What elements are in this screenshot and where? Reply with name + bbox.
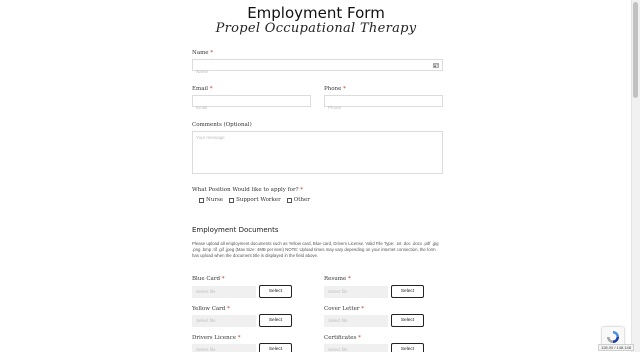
yellow-card-select-button[interactable]: Select bbox=[259, 314, 292, 327]
contact-card-icon[interactable] bbox=[433, 63, 439, 68]
comments-label: Comments (Optional) bbox=[192, 122, 252, 128]
resume-label: Resume * bbox=[324, 276, 351, 282]
blue-card-file-input[interactable]: Select file bbox=[192, 286, 256, 298]
position-options: Nurse Support Worker Other bbox=[199, 197, 310, 203]
name-input[interactable] bbox=[193, 66, 442, 77]
checkbox[interactable] bbox=[199, 197, 204, 203]
phone-field-wrapper bbox=[324, 95, 443, 113]
yellow-card-file-input[interactable]: Select file bbox=[192, 315, 256, 327]
email-input[interactable] bbox=[193, 102, 310, 113]
comments-textarea[interactable] bbox=[193, 132, 442, 173]
page-subtitle: Propel Occupational Therapy bbox=[215, 21, 417, 36]
position-label: What Position Would like to apply for? * bbox=[192, 187, 304, 193]
resume-file-input[interactable]: Select file bbox=[324, 286, 388, 298]
page-scrollbar[interactable] bbox=[631, 0, 640, 352]
phone-label: Phone * bbox=[324, 86, 346, 92]
name-label: Name * bbox=[192, 50, 214, 56]
drivers-licence-label: Drivers Licence * bbox=[192, 335, 241, 341]
recaptcha-icon bbox=[607, 331, 619, 343]
certificates-label: Certificates * bbox=[324, 335, 361, 341]
cover-letter-select-button[interactable]: Select bbox=[391, 314, 424, 327]
drivers-licence-file-input[interactable]: Select file bbox=[192, 344, 256, 352]
name-field-wrapper bbox=[192, 59, 443, 77]
drivers-licence-select-button[interactable]: Select bbox=[259, 343, 292, 352]
email-field-wrapper bbox=[192, 95, 311, 113]
phone-input[interactable] bbox=[325, 102, 442, 113]
certificates-file-input[interactable]: Select file bbox=[324, 344, 388, 352]
page-title: Employment Form bbox=[247, 4, 385, 22]
yellow-card-label: Yellow Card * bbox=[192, 306, 230, 312]
position-option-support-worker[interactable]: Support Worker bbox=[229, 197, 281, 203]
certificates-select-button[interactable]: Select bbox=[391, 343, 424, 352]
employment-form-page: Employment Form Propel Occupational Ther… bbox=[0, 0, 632, 352]
comments-field-wrapper bbox=[192, 131, 443, 174]
documents-title: Employment Documents bbox=[192, 226, 279, 234]
status-readout: 128.00 / 148.148 bbox=[597, 344, 634, 351]
documents-notice: Please upload all employment documents s… bbox=[192, 241, 439, 258]
checkbox[interactable] bbox=[286, 197, 292, 203]
email-label: Email * bbox=[192, 86, 213, 92]
resume-select-button[interactable]: Select bbox=[391, 285, 424, 298]
scrollbar-thumb[interactable] bbox=[633, 2, 638, 98]
blue-card-select-button[interactable]: Select bbox=[259, 285, 292, 298]
position-option-other[interactable]: Other bbox=[286, 197, 310, 203]
position-option-nurse[interactable]: Nurse bbox=[199, 197, 223, 203]
cover-letter-label: Cover Letter * bbox=[324, 306, 364, 312]
checkbox[interactable] bbox=[229, 197, 235, 203]
blue-card-label: Blue Card * bbox=[192, 276, 225, 282]
cover-letter-file-input[interactable]: Select file bbox=[324, 315, 388, 327]
